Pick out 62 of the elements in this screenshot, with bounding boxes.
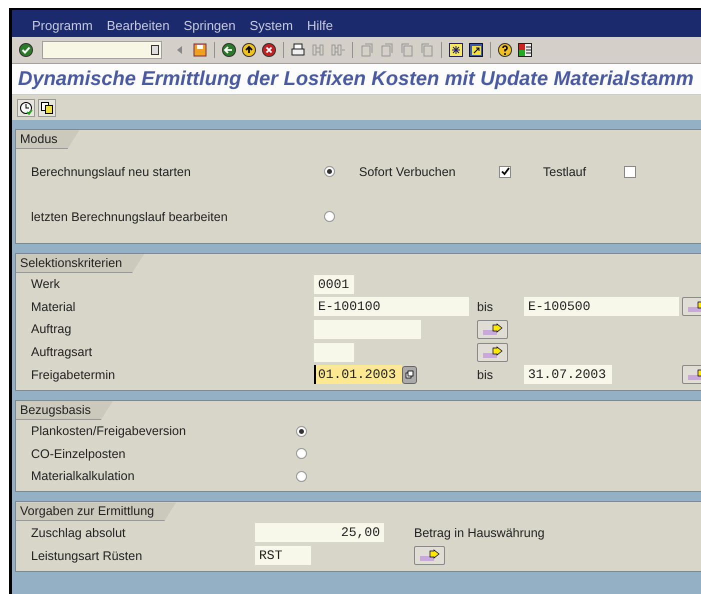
execute-button[interactable] [17,98,35,116]
group-title: Vorgaben zur Ermittlung [16,502,176,522]
copy-button[interactable] [38,98,56,116]
multiple-selection-button[interactable] [414,546,445,566]
field-label: Werk [31,277,61,292]
menu-item[interactable]: Programm [32,18,93,33]
input-field[interactable]: E-100500 [524,297,679,316]
menu-item[interactable]: Springen [184,18,236,33]
help-icon[interactable] [497,42,513,58]
cancel-icon[interactable] [261,42,277,58]
group-title: Bezugsbasis [16,400,113,420]
field-label: Zuschlag absolut [31,526,127,540]
save-icon[interactable] [192,42,208,58]
radio-button[interactable] [324,211,335,222]
input-field[interactable]: E-100100 [314,297,469,316]
field-label: Auftragsart [31,345,94,360]
radio-button[interactable] [324,166,335,177]
field-label: Auftrag [31,322,72,336]
menu-item[interactable]: System [250,18,293,33]
group-title: Modus [16,130,80,149]
multiple-selection-button[interactable] [477,320,508,339]
field-label: Leistungsart Rüsten [31,548,144,563]
menu-item[interactable]: Bearbeiten [106,18,170,33]
multiple-selection-button[interactable] [477,342,508,362]
group-title: Selektionskriterien [16,254,144,273]
value-help-button[interactable] [402,366,417,384]
new-session-icon[interactable] [448,42,464,58]
input-field[interactable] [314,342,354,362]
option-label: CO-Einzelposten [31,446,126,461]
checkbox[interactable] [624,166,636,178]
checkbox[interactable] [499,166,511,178]
range-label: bis [477,300,494,314]
history-icon[interactable] [151,45,159,55]
checkbox-label: Sofort Verbuchen [359,164,457,178]
enter-icon[interactable] [18,42,34,58]
input-field[interactable]: 0001 [314,274,354,294]
checkbox-label: Testlauf [543,164,588,178]
option-label: letzten Berechnungslauf bearbeiten [31,210,229,224]
option-label: Berechnungslauf neu starten [31,164,192,178]
radio-button[interactable] [296,470,307,482]
option-label: Plankosten/Freigabeversion [31,424,187,438]
input-field[interactable] [314,320,421,339]
input-field[interactable]: RST [255,546,311,566]
command-field[interactable] [42,41,162,59]
menu-item[interactable]: Hilfe [306,18,333,33]
windows-icon [405,370,414,380]
radio-button[interactable] [296,448,307,460]
shortcut-icon[interactable] [468,42,484,58]
input-field[interactable]: 31.07.2003 [524,365,612,384]
back-icon[interactable] [221,42,237,58]
radio-button[interactable] [296,426,307,437]
screen-title: Dynamische Ermittlung der Losfixen Kosten mit Update Materialstamm [18,68,694,90]
input-field[interactable]: 01.01.2003 [314,365,402,384]
field-label: Freigabetermin [31,368,116,382]
print-icon[interactable] [290,42,306,58]
input-field[interactable]: 25,00 [255,523,384,542]
option-label: Materialkalkulation [31,469,136,484]
field-label: Material [31,300,76,314]
unit-label: Betrag in Hauswährung [414,526,545,540]
layout-icon[interactable] [517,42,533,58]
exit-icon[interactable] [241,42,257,58]
range-label: bis [477,368,494,382]
